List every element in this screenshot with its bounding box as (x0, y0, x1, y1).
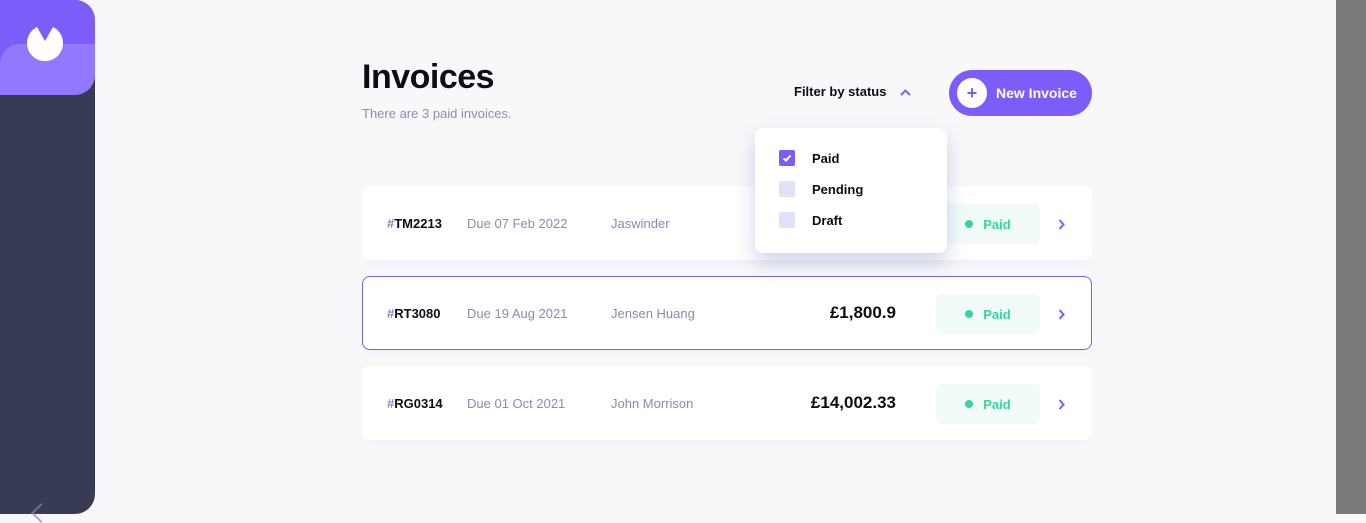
checkbox[interactable] (779, 150, 795, 166)
status-dot (965, 220, 974, 228)
invoice-client-name: John Morrison (611, 395, 694, 411)
invoice-id-hash: # (387, 215, 395, 231)
invoice-id: # RG0314 (387, 367, 443, 439)
invoice-due-date: Due 07 Feb 2022 (467, 215, 568, 231)
invoice-row[interactable]: # TM2213 Due 07 Feb 2022 Jaswinder Paid (362, 186, 1092, 260)
filter-option-label: Paid (812, 150, 840, 166)
filter-option-label: Draft (812, 212, 843, 228)
status-label: Paid (983, 396, 1011, 412)
filter-option-pending[interactable]: Pending (779, 181, 863, 197)
status-badge: Paid (936, 294, 1040, 334)
plus-icon: + (957, 78, 987, 108)
status-badge: Paid (936, 384, 1040, 424)
chevron-right-icon[interactable] (1058, 397, 1065, 415)
invoice-id-code: RT3080 (394, 305, 441, 321)
check-icon (782, 154, 792, 162)
chevron-up-icon (900, 84, 912, 99)
invoice-row[interactable]: # RT3080 Due 19 Aug 2021 Jensen Huang £1,800… (362, 276, 1092, 350)
filter-label: Filter by status (794, 84, 887, 99)
invoice-row[interactable]: # RG0314 Due 01 Oct 2021 John Morrison £14,0… (362, 366, 1092, 440)
invoice-id-hash: # (387, 395, 395, 411)
filter-by-status-button[interactable]: Filter by status (794, 84, 912, 99)
chevron-right-icon[interactable] (1058, 307, 1065, 325)
filter-dropdown: Paid Pending Draft (755, 128, 947, 253)
sidebar (0, 0, 95, 523)
logo-icon (27, 27, 63, 62)
new-invoice-button[interactable]: + New Invoice (949, 70, 1092, 116)
theme-toggle-icon[interactable] (31, 503, 51, 523)
app-logo[interactable] (0, 0, 95, 95)
chevron-right-icon[interactable] (1058, 217, 1065, 235)
new-invoice-label: New Invoice (996, 85, 1077, 101)
invoice-due-date: Due 01 Oct 2021 (467, 395, 566, 411)
status-label: Paid (983, 306, 1011, 322)
scrollbar[interactable] (1336, 0, 1366, 514)
invoice-client-name: Jaswinder (611, 215, 670, 231)
invoice-due-date: Due 19 Aug 2021 (467, 305, 568, 321)
invoice-id: # TM2213 (387, 187, 442, 259)
invoice-id-hash: # (387, 305, 395, 321)
invoice-count-subtitle: There are 3 paid invoices. (362, 106, 512, 121)
filter-option-paid[interactable]: Paid (779, 150, 839, 166)
status-label: Paid (983, 216, 1011, 232)
invoice-id-code: TM2213 (394, 215, 442, 231)
checkbox[interactable] (779, 212, 795, 228)
invoice-amount: £1,800.9 (829, 303, 896, 322)
status-dot (965, 310, 974, 318)
filter-option-draft[interactable]: Draft (779, 212, 842, 228)
invoice-id: # RT3080 (387, 277, 440, 349)
invoice-amount: £14,002.33 (810, 393, 896, 412)
status-badge: Paid (936, 204, 1040, 244)
invoice-id-code: RG0314 (394, 395, 443, 411)
checkbox[interactable] (779, 181, 795, 197)
page-title: Invoices (362, 58, 495, 96)
filter-option-label: Pending (812, 181, 864, 197)
invoice-client-name: Jensen Huang (611, 305, 695, 321)
status-dot (965, 400, 974, 408)
